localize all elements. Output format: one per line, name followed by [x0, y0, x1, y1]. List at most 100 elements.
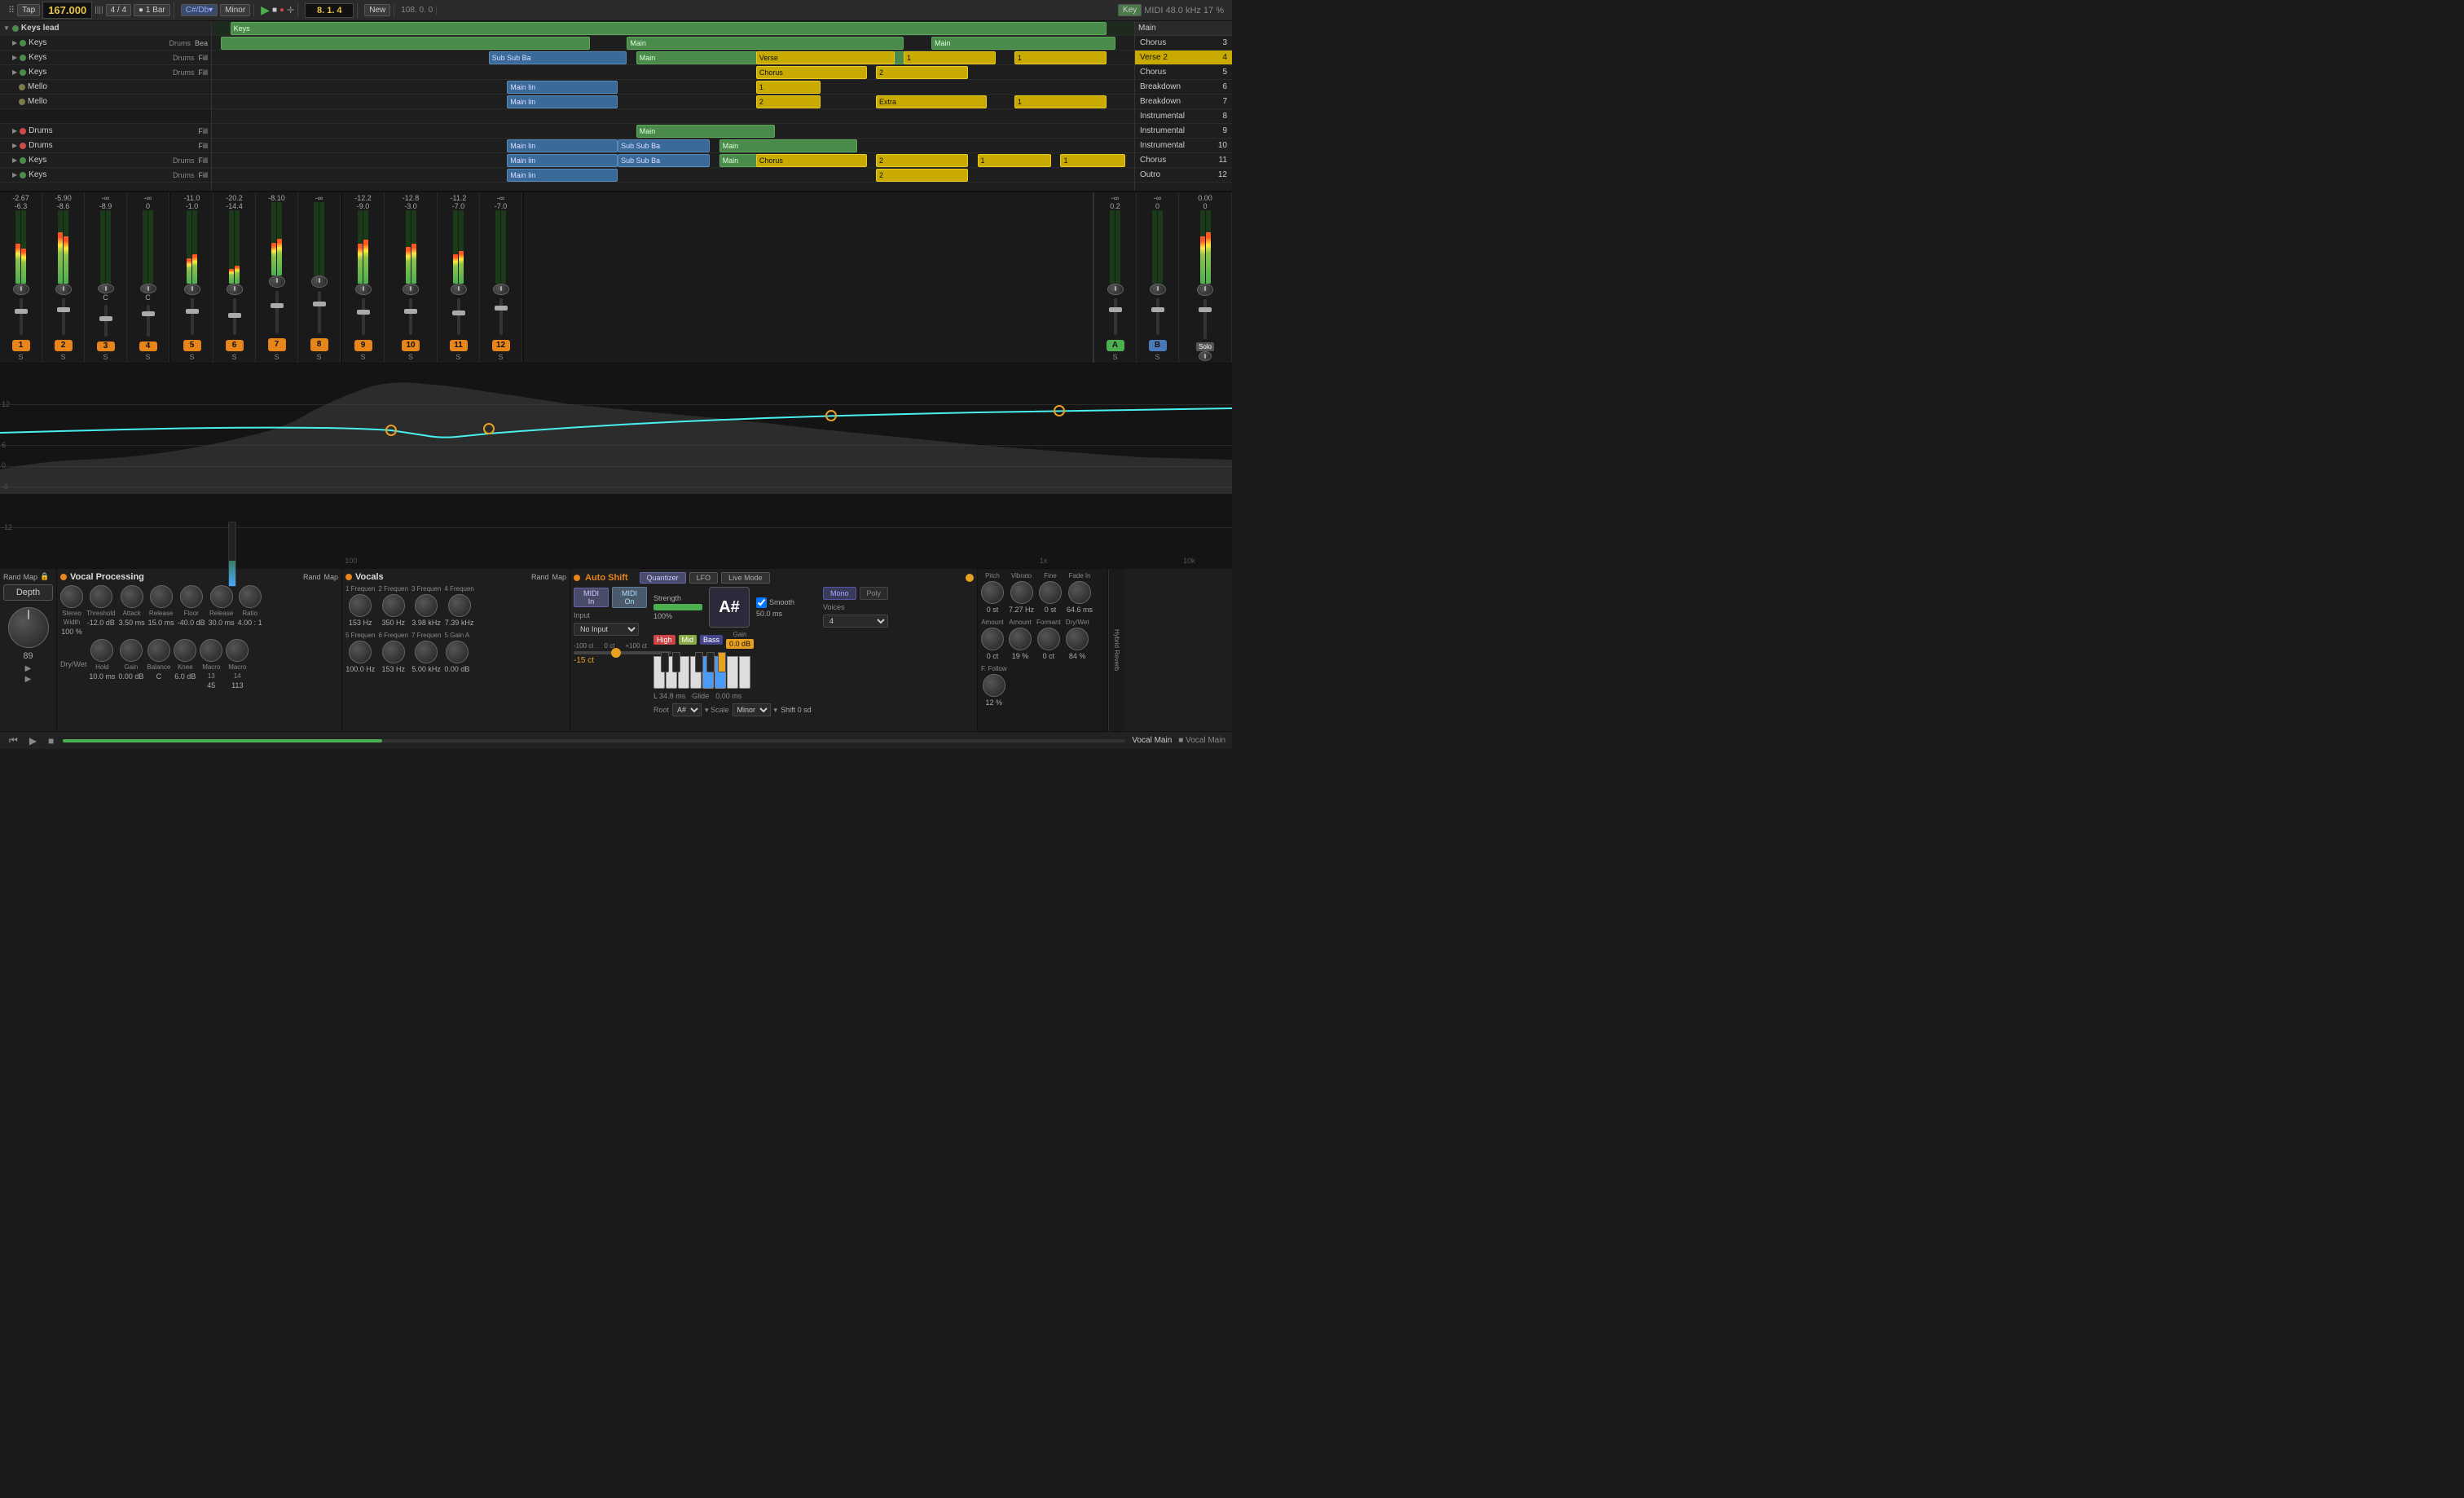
ch4-solo[interactable]: S [145, 353, 150, 361]
track-header-keys6[interactable]: ▶ Keys Drums Fill [0, 168, 211, 183]
smooth-checkbox[interactable] [756, 597, 767, 608]
ch5-fader[interactable] [191, 298, 194, 335]
vibrato-knob[interactable] [1010, 581, 1033, 604]
key-c2[interactable] [739, 656, 750, 689]
bb-stop[interactable]: ■ [46, 735, 56, 747]
play-button[interactable]: ▶ [261, 3, 270, 17]
ch11-solo[interactable]: S [455, 353, 460, 361]
key-as-root[interactable] [718, 652, 726, 672]
clip-chorus[interactable]: Chorus [756, 66, 867, 79]
ch1-pan[interactable] [13, 284, 29, 295]
pitch-knob[interactable] [981, 581, 1004, 604]
ffollow-knob[interactable] [983, 674, 1005, 697]
master-fader-thumb[interactable] [1199, 307, 1212, 312]
master-solo[interactable]: Solo [1196, 342, 1214, 351]
master-pan[interactable] [1197, 284, 1213, 296]
master-fader[interactable] [1203, 299, 1207, 339]
quantizer-tab[interactable]: Quantizer [640, 572, 686, 584]
clip-mainlin[interactable]: Main lin [507, 81, 618, 94]
vm-gainA-knob[interactable] [446, 641, 469, 663]
track-header-mello[interactable]: Mello [0, 80, 211, 95]
clip-extra[interactable]: Extra [876, 95, 987, 108]
scene-item-0[interactable]: Chorus 3 [1135, 36, 1232, 51]
clip-mainlin2[interactable]: Main lin [507, 95, 618, 108]
scale-display[interactable]: Minor [220, 4, 250, 16]
rb-fader[interactable] [1156, 298, 1159, 335]
track-header-drums2[interactable]: ▶ Drums Fill [0, 124, 211, 139]
formant-knob[interactable] [1037, 628, 1060, 650]
master-knob2[interactable] [1199, 351, 1212, 361]
ch4-fader-thumb[interactable] [142, 311, 155, 316]
vp-m13-knob[interactable] [200, 639, 222, 662]
ch8-pan[interactable] [311, 275, 328, 288]
vp-floor-knob[interactable] [180, 585, 203, 608]
ch4-pan[interactable] [140, 284, 156, 293]
scene-item-1[interactable]: Verse 2 4 [1135, 51, 1232, 65]
rb-fader-thumb[interactable] [1151, 307, 1164, 312]
depth-down[interactable]: ▶ [3, 675, 53, 684]
ch12-solo[interactable]: S [498, 353, 503, 361]
key-b[interactable] [727, 656, 738, 689]
clip-main3[interactable]: Main [636, 125, 775, 138]
key-ds[interactable] [672, 652, 680, 672]
ch4-fader[interactable] [147, 305, 150, 337]
clip-main4[interactable]: Main [719, 139, 858, 152]
ch6-solo[interactable]: S [231, 353, 236, 361]
position-display[interactable]: 8. 1. 4 [305, 3, 354, 18]
vp-att-knob[interactable] [121, 585, 143, 608]
key-gs[interactable] [706, 652, 715, 672]
fadein-knob[interactable] [1068, 581, 1091, 604]
vp-hold-knob[interactable] [90, 639, 113, 662]
ch5-solo[interactable]: S [189, 353, 194, 361]
bpm-display[interactable]: 167.000 [42, 2, 92, 19]
plus-icon[interactable]: ✛ [287, 5, 294, 15]
ch1-solo[interactable]: S [18, 353, 23, 361]
vp-gain-knob[interactable] [120, 639, 143, 662]
ch6-pan[interactable] [227, 284, 243, 295]
rb-solo[interactable]: S [1155, 353, 1159, 361]
clip-num1f[interactable]: 1 [1060, 154, 1124, 167]
clip-num1e[interactable]: 1 [978, 154, 1052, 167]
ch9-solo[interactable]: S [360, 353, 365, 361]
ch2-fader[interactable] [62, 298, 65, 335]
mode-btn[interactable]: Key [1118, 4, 1142, 16]
scene-item-4[interactable]: Breakdown 7 [1135, 95, 1232, 109]
ch10-solo[interactable]: S [408, 353, 413, 361]
progress-bar[interactable] [63, 739, 1125, 742]
bb-play[interactable]: ▶ [27, 735, 39, 747]
root-selector[interactable]: A# [672, 703, 702, 716]
vp-bal-knob[interactable] [147, 639, 170, 662]
new-btn[interactable]: New [364, 4, 390, 16]
clip-mainlin3[interactable]: Main lin [507, 139, 618, 152]
midi-in-btn[interactable]: MIDI In [574, 588, 609, 607]
ch11-pan[interactable] [451, 284, 467, 295]
scene-item-3[interactable]: Breakdown 6 [1135, 80, 1232, 95]
vm-freq5-knob[interactable] [349, 641, 372, 663]
ra-solo[interactable]: S [1112, 353, 1117, 361]
depth-knob[interactable] [8, 607, 49, 648]
ch3-fader[interactable] [104, 305, 108, 337]
ch7-solo[interactable]: S [274, 353, 279, 361]
track-header-keys5[interactable]: ▶ Keys Drums Fill [0, 153, 211, 168]
ch2-solo[interactable]: S [60, 353, 65, 361]
rb-pan[interactable] [1150, 284, 1166, 295]
clip-num2[interactable]: 2 [876, 66, 968, 79]
clip-num1c[interactable]: 1 [756, 81, 821, 94]
ch11-fader[interactable] [457, 298, 460, 335]
ch8-fader[interactable] [318, 291, 321, 333]
clip-num2d[interactable]: 2 [876, 169, 968, 182]
clip-subba2[interactable]: Sub Sub Ba [618, 139, 710, 152]
ch1-fader[interactable] [20, 298, 23, 335]
vm-freq1-knob[interactable] [349, 594, 372, 617]
ch7-fader-thumb[interactable] [271, 303, 284, 308]
vp-rel-knob[interactable] [150, 585, 173, 608]
vp-m14-knob[interactable] [226, 639, 249, 662]
midi-on-btn[interactable]: MIDI On [612, 587, 647, 608]
key-display[interactable]: C#/Db▾ [181, 4, 218, 16]
scene-item-7[interactable]: Instrumental 10 [1135, 139, 1232, 153]
drywet-knob[interactable] [1066, 628, 1089, 650]
ch9-fader[interactable] [362, 298, 365, 335]
voices-selector[interactable]: 4 1 2 3 [823, 615, 888, 628]
depth-display[interactable]: Depth [3, 584, 53, 601]
ra-fader[interactable] [1114, 298, 1117, 335]
